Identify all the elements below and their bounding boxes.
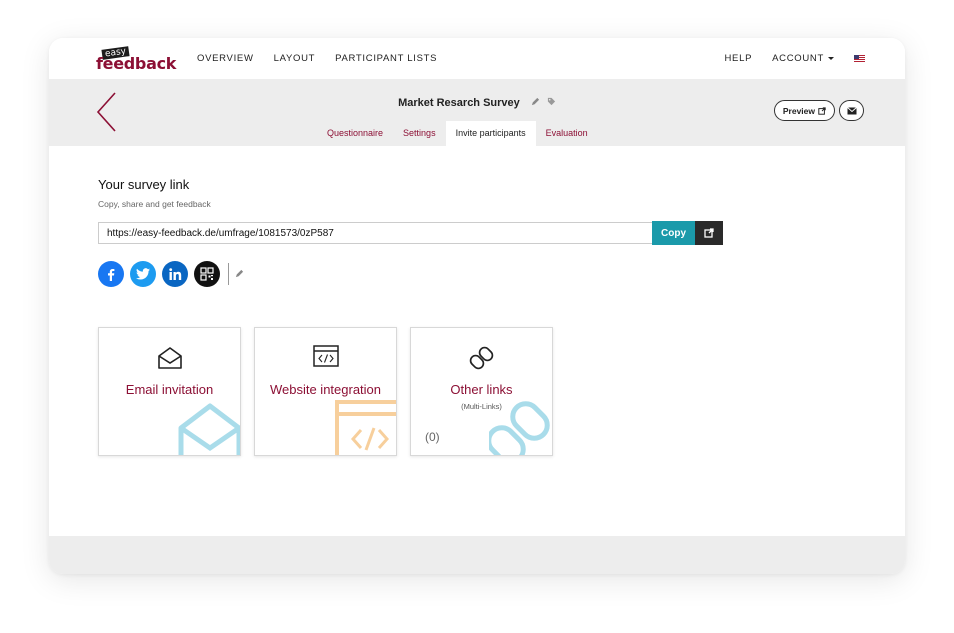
survey-tabs: Questionnaire Settings Invite participan… <box>317 121 598 146</box>
card-title: Website integration <box>269 382 382 397</box>
survey-link-row: Copy <box>98 221 723 245</box>
invite-content: Your survey link Copy, share and get fee… <box>49 146 905 536</box>
envelope-icon <box>846 106 857 114</box>
nav-item-participant-lists[interactable]: PARTICIPANT LISTS <box>335 53 437 64</box>
account-menu[interactable]: ACCOUNT <box>772 53 834 64</box>
app-window: easy feedback OVERVIEW LAYOUT PARTICIPAN… <box>49 38 905 574</box>
code-window-icon <box>312 345 339 367</box>
copy-button[interactable]: Copy <box>652 221 695 245</box>
email-button[interactable] <box>839 100 864 121</box>
tab-settings[interactable]: Settings <box>393 121 446 146</box>
share-divider <box>228 263 229 285</box>
nav-item-layout[interactable]: LAYOUT <box>274 53 316 64</box>
chain-link-icon <box>469 346 493 370</box>
nav-item-help[interactable]: HELP <box>725 53 753 64</box>
account-label: ACCOUNT <box>772 53 824 64</box>
links-count: (0) <box>425 430 440 444</box>
survey-link-subheading: Copy, share and get feedback <box>98 199 211 209</box>
tab-questionnaire[interactable]: Questionnaire <box>317 121 393 146</box>
tag-icon[interactable] <box>547 97 556 109</box>
us-flag-icon[interactable] <box>854 55 865 62</box>
envelope-decoration-icon <box>178 403 240 455</box>
card-title: Other links <box>450 382 513 397</box>
caret-down-icon <box>828 57 834 60</box>
invite-methods: Email invitation Website integration Oth… <box>98 327 553 456</box>
envelope-open-icon <box>157 347 182 369</box>
survey-url-input[interactable] <box>98 222 652 244</box>
survey-header: Market Resarch Survey Questionnaire Sett… <box>49 79 905 146</box>
top-navbar: easy feedback OVERVIEW LAYOUT PARTICIPAN… <box>49 38 905 79</box>
chain-link-decoration-icon <box>489 401 550 455</box>
linkedin-icon[interactable] <box>162 261 188 287</box>
preview-label: Preview <box>782 105 815 116</box>
external-link-icon <box>818 106 826 115</box>
code-window-decoration-icon <box>335 400 396 455</box>
logo-feedback-text: feedback <box>96 54 177 73</box>
tab-invite-participants[interactable]: Invite participants <box>445 121 536 146</box>
open-link-button[interactable] <box>695 221 723 245</box>
tab-evaluation[interactable]: Evaluation <box>536 121 598 146</box>
share-buttons <box>98 261 244 287</box>
edit-share-pencil-icon[interactable] <box>235 265 244 283</box>
easyfeedback-logo[interactable]: easy feedback <box>96 46 176 73</box>
twitter-icon[interactable] <box>130 261 156 287</box>
pencil-icon[interactable] <box>531 97 540 109</box>
header-actions: Preview <box>773 100 864 121</box>
preview-button[interactable]: Preview <box>773 100 835 121</box>
facebook-icon[interactable] <box>98 261 124 287</box>
nav-right: HELP ACCOUNT <box>725 53 865 64</box>
email-invitation-card[interactable]: Email invitation <box>98 327 241 456</box>
main-nav: OVERVIEW LAYOUT PARTICIPANT LISTS <box>197 53 437 64</box>
qr-code-icon[interactable] <box>194 261 220 287</box>
external-link-icon <box>704 228 714 238</box>
card-title: Email invitation <box>125 382 214 397</box>
website-integration-card[interactable]: Website integration <box>254 327 397 456</box>
other-links-card[interactable]: Other links (Multi-Links) (0) <box>410 327 553 456</box>
nav-item-overview[interactable]: OVERVIEW <box>197 53 254 64</box>
page-footer <box>49 536 905 574</box>
survey-title: Market Resarch Survey <box>398 97 520 109</box>
survey-link-heading: Your survey link <box>98 177 190 192</box>
